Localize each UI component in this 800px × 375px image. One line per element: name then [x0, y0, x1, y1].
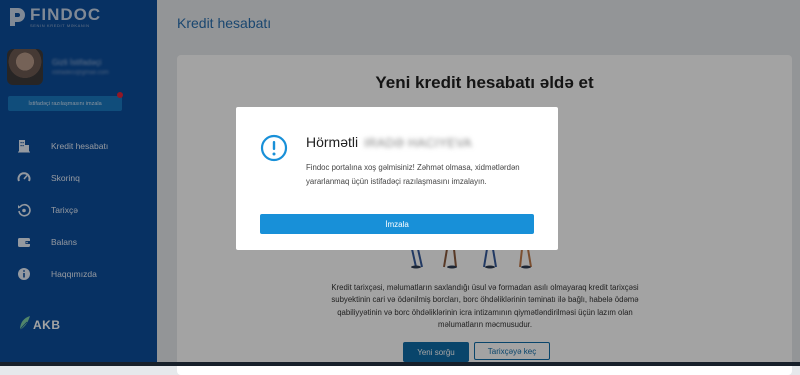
sign-button[interactable]: İmzala	[260, 214, 534, 234]
bottom-bar	[0, 362, 800, 366]
modal-redacted-name: IRADƏ HACIYEVA	[364, 136, 472, 150]
exclamation-icon	[260, 134, 288, 162]
modal-heading: Hörmətli IRADƏ HACIYEVA	[306, 134, 472, 150]
modal-greeting: Hörmətli	[306, 134, 359, 150]
modal-message: Findoc portalına xoş gəlmisiniz! Zəhmət …	[306, 163, 520, 186]
agreement-modal: Hörmətli IRADƏ HACIYEVA Findoc portalına…	[236, 107, 558, 250]
